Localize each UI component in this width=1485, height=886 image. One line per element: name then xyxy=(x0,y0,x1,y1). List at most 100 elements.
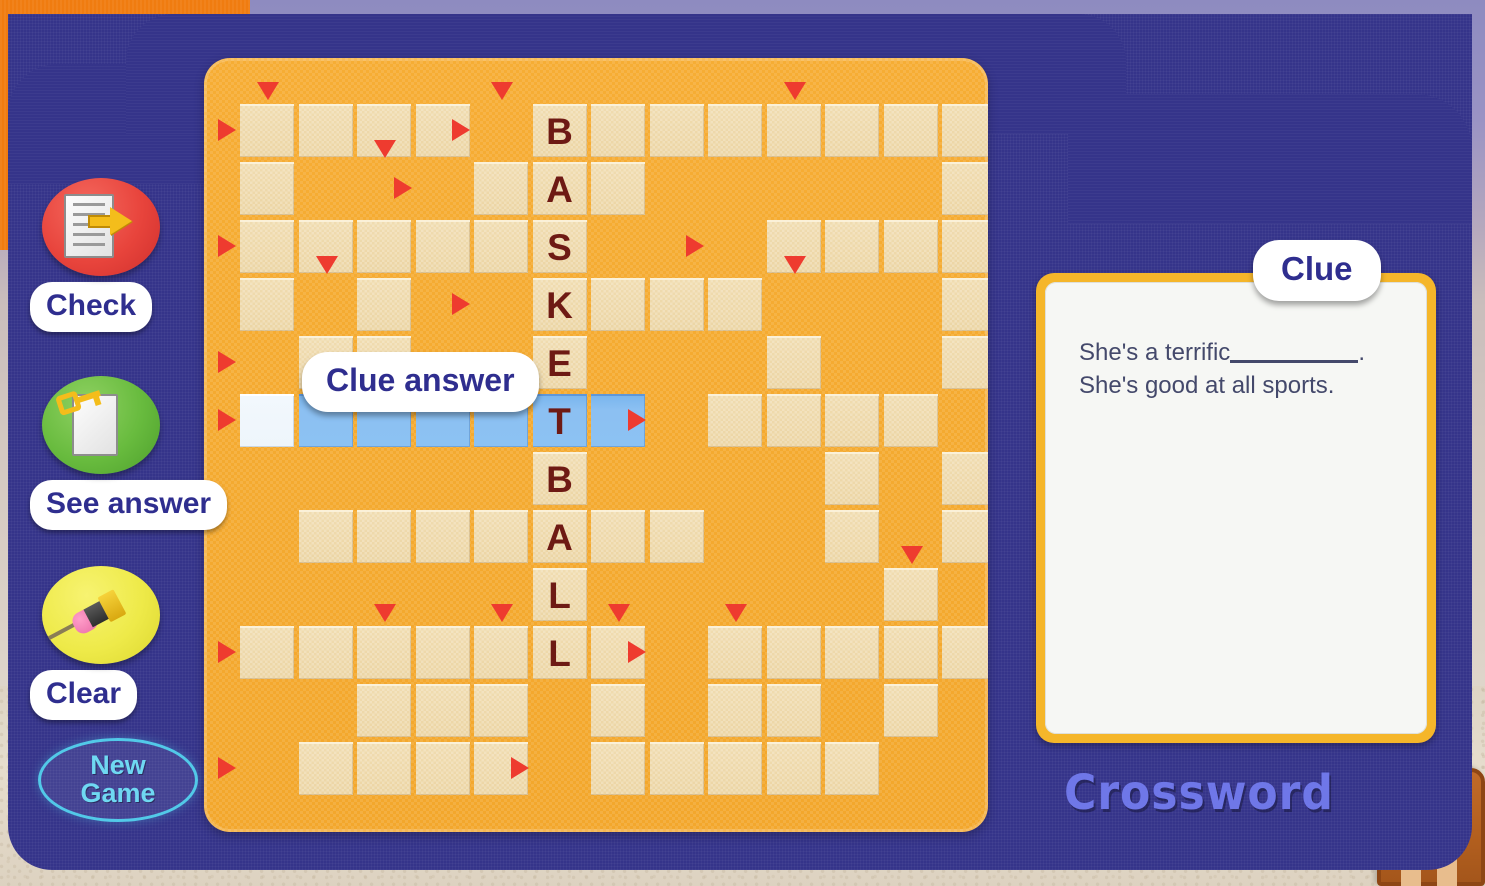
crossword-cell[interactable] xyxy=(240,278,294,331)
across-arrow-icon xyxy=(627,409,646,431)
crossword-cell[interactable] xyxy=(883,394,938,447)
crossword-cell[interactable] xyxy=(357,278,411,331)
crossword-cell[interactable] xyxy=(708,742,762,795)
crossword-cell[interactable] xyxy=(591,104,645,157)
crossword-cell[interactable] xyxy=(883,626,938,679)
crossword-cell[interactable] xyxy=(883,568,938,621)
crossword-cell[interactable] xyxy=(825,220,879,273)
crossword-cell[interactable] xyxy=(591,278,645,331)
crossword-cell[interactable] xyxy=(825,510,879,563)
crossword-cell[interactable]: L xyxy=(532,568,587,621)
crossword-cell[interactable] xyxy=(766,336,821,389)
crossword-cell[interactable] xyxy=(474,162,528,215)
crossword-cell[interactable] xyxy=(240,162,294,215)
crossword-cell[interactable] xyxy=(825,394,879,447)
down-arrow-icon xyxy=(783,256,806,274)
crossword-cell[interactable] xyxy=(591,742,645,795)
crossword-cell[interactable] xyxy=(766,684,821,737)
crossword-cell[interactable] xyxy=(942,510,988,563)
see-answer-tool: See answer xyxy=(30,376,228,530)
crossword-cell[interactable] xyxy=(591,684,645,737)
crossword-cell[interactable] xyxy=(240,104,294,157)
check-button[interactable] xyxy=(42,178,160,276)
down-arrow-icon xyxy=(315,256,338,274)
crossword-cell[interactable] xyxy=(415,626,470,679)
crossword-cell[interactable]: E xyxy=(532,336,587,389)
yellow-arrow-icon xyxy=(88,207,132,235)
crossword-cell[interactable] xyxy=(649,278,704,331)
new-game-button[interactable]: New Game xyxy=(38,738,198,822)
crossword-cell[interactable] xyxy=(883,104,938,157)
crossword-cell[interactable] xyxy=(942,452,988,505)
crossword-cell[interactable] xyxy=(591,162,645,215)
crossword-cell[interactable] xyxy=(474,510,528,563)
crossword-cell[interactable]: B xyxy=(532,104,587,157)
crossword-cell[interactable] xyxy=(357,220,411,273)
down-arrow-icon xyxy=(725,604,747,622)
crossword-cell[interactable] xyxy=(240,220,294,273)
crossword-cell[interactable] xyxy=(298,104,353,157)
crossword-cell[interactable] xyxy=(825,626,879,679)
crossword-cell[interactable]: K xyxy=(532,278,587,331)
crossword-cell[interactable] xyxy=(708,394,762,447)
crossword-cell[interactable] xyxy=(591,510,645,563)
clue-panel: She's a terrific. She's good at all spor… xyxy=(1036,273,1436,743)
crossword-cell[interactable]: B xyxy=(532,452,587,505)
crossword-cell[interactable] xyxy=(357,626,411,679)
crossword-cell[interactable] xyxy=(415,220,470,273)
game-stage: Check See answer Clear New Game B A S K … xyxy=(0,0,1485,886)
clue-answer-tooltip: Clue answer xyxy=(302,352,539,412)
crossword-cell[interactable] xyxy=(942,104,988,157)
crossword-cell[interactable] xyxy=(942,626,988,679)
crossword-cell[interactable] xyxy=(825,742,879,795)
crossword-cell[interactable] xyxy=(357,742,411,795)
crossword-cell[interactable]: T xyxy=(532,394,587,447)
down-arrow-icon xyxy=(491,604,513,622)
crossword-cell[interactable] xyxy=(708,684,762,737)
clear-button[interactable] xyxy=(42,566,160,664)
crossword-cell[interactable] xyxy=(240,626,294,679)
crossword-cell[interactable] xyxy=(708,104,762,157)
crossword-grid[interactable]: BASKETBALL xyxy=(218,82,988,804)
crossword-cell[interactable] xyxy=(415,742,470,795)
crossword-cell[interactable] xyxy=(883,684,938,737)
crossword-cell[interactable] xyxy=(942,278,988,331)
crossword-cell[interactable] xyxy=(474,220,528,273)
crossword-cell[interactable] xyxy=(942,162,988,215)
crossword-cell[interactable] xyxy=(766,742,821,795)
crossword-cell[interactable] xyxy=(708,626,762,679)
crossword-cell[interactable] xyxy=(649,510,704,563)
crossword-cell[interactable] xyxy=(298,742,353,795)
crossword-cell[interactable] xyxy=(766,104,821,157)
crossword-cell[interactable]: L xyxy=(532,626,587,679)
crossword-cell[interactable] xyxy=(240,394,294,447)
crossword-cell[interactable] xyxy=(357,684,411,737)
crossword-cell[interactable] xyxy=(942,336,988,389)
crossword-cell[interactable] xyxy=(766,394,821,447)
crossword-cell[interactable] xyxy=(415,684,470,737)
down-arrow-icon xyxy=(900,546,923,564)
clue-text: She's a terrific. She's good at all spor… xyxy=(1079,336,1399,402)
crossword-cell[interactable] xyxy=(415,510,470,563)
crossword-cell[interactable] xyxy=(766,626,821,679)
crossword-cell[interactable] xyxy=(649,104,704,157)
see-answer-button[interactable] xyxy=(42,376,160,474)
crossword-cell[interactable] xyxy=(649,742,704,795)
crossword-cell[interactable] xyxy=(942,220,988,273)
crossword-cell[interactable] xyxy=(825,104,879,157)
crossword-cell[interactable]: A xyxy=(532,162,587,215)
crossword-cell[interactable] xyxy=(825,452,879,505)
crossword-board[interactable]: BASKETBALL xyxy=(204,58,988,832)
crossword-cell[interactable] xyxy=(298,626,353,679)
crossword-cell[interactable] xyxy=(298,510,353,563)
crossword-cell[interactable] xyxy=(883,220,938,273)
down-arrow-icon xyxy=(257,82,279,100)
clue-box[interactable]: She's a terrific. She's good at all spor… xyxy=(1045,282,1427,734)
crossword-cell[interactable] xyxy=(357,510,411,563)
crossword-cell[interactable] xyxy=(474,684,528,737)
crossword-cell[interactable]: A xyxy=(532,510,587,563)
crossword-cell[interactable]: S xyxy=(532,220,587,273)
crossword-cell[interactable] xyxy=(708,278,762,331)
crossword-cell[interactable] xyxy=(474,626,528,679)
clue-blank xyxy=(1230,360,1359,363)
